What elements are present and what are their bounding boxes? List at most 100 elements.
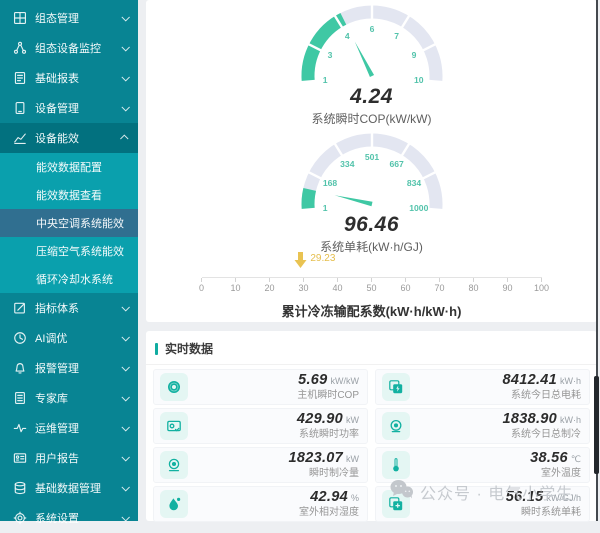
axis-tick [303, 278, 304, 282]
sidebar-item-label: 设备管理 [35, 100, 122, 116]
sidebar-item-alarm-management[interactable]: 报警管理 [0, 353, 138, 383]
linear-gauge-marker: 29.23 [294, 252, 335, 274]
metric-card-instant-unit-consumption: 56.15 kW/GJ/h 瞬时系统单耗 [375, 486, 590, 522]
realtime-data-header: 实时数据 [146, 331, 597, 365]
gauge-unit-consumption-dial: 11683345016678341000 [146, 128, 597, 216]
metric-label: 系统瞬时功率 [299, 429, 359, 440]
sidebar-item-label: 专家库 [35, 390, 122, 406]
sidebar-subitem-central-ac-efficiency[interactable]: 中央空调系统能效 [0, 209, 138, 237]
metric-label: 瞬时系统单耗 [521, 507, 581, 518]
metric-card-content: 42.94 % 室外相对湿度 [194, 490, 359, 518]
sidebar-item-basic-reports[interactable]: 基础报表 [0, 63, 138, 93]
sidebar-subitem-cooling-water-system[interactable]: 循环冷却水系统 [0, 265, 138, 293]
axis-tick-label: 40 [332, 283, 342, 293]
sidebar-item-label: 指标体系 [35, 300, 122, 316]
database-icon [13, 481, 27, 495]
sidebar-item-operation-maintenance[interactable]: 运维管理 [0, 413, 138, 443]
svg-text:501: 501 [364, 152, 379, 162]
linear-gauge-title: 累计冷冻输配系数(kW·h/kW·h) [180, 301, 564, 320]
gauge-unit-consumption-value: 96.46 [146, 213, 597, 237]
sidebar-item-device-management[interactable]: 设备管理 [0, 93, 138, 123]
axis-tick-label: 60 [400, 283, 410, 293]
idcard-icon [13, 451, 27, 465]
sidebar-item-label: 基础报表 [35, 70, 122, 86]
axis-tick [439, 278, 440, 282]
gauge-system-cop: 13467910 4.24 系统瞬时COP(kW/kW) [146, 0, 597, 127]
sidebar-item-config-management[interactable]: 组态管理 [0, 3, 138, 33]
sidebar-item-user-reports[interactable]: 用户报告 [0, 443, 138, 473]
linear-gauge-marker-value: 29.23 [310, 253, 335, 264]
linear-gauge-axis: 0102030405060708090100 [202, 277, 542, 296]
sidebar-item-system-settings[interactable]: 系统设置 [0, 503, 138, 533]
axis-tick-label: 100 [534, 283, 549, 293]
sidebar-item-expert-library[interactable]: 专家库 [0, 383, 138, 413]
svg-text:1: 1 [322, 75, 327, 85]
sidebar-item-ai-tuning[interactable]: AI调优 [0, 323, 138, 353]
realtime-data-panel: 实时数据 5.69 kW/kW 主机瞬时COP 8412.41 kW·h 系统今… [146, 331, 597, 521]
chevron-down-icon [121, 43, 129, 51]
scrollbar-thumb[interactable] [594, 376, 599, 474]
sidebar-item-label: 运维管理 [35, 420, 122, 436]
metric-value: 429.90 [297, 412, 343, 428]
droplet-icon [160, 490, 188, 518]
bell-icon [13, 361, 27, 375]
axis-tick-label: 20 [264, 283, 274, 293]
gauge-unit-consumption: 11683345016678341000 96.46 系统单耗(kW·h/GJ) [146, 128, 597, 255]
sidebar-item-basic-data-management[interactable]: 基础数据管理 [0, 473, 138, 503]
svg-text:1: 1 [322, 203, 327, 213]
axis-tick [473, 278, 474, 282]
metric-value: 38.56 [530, 451, 568, 467]
metric-card-today-cooling: 1838.90 kW·h 系统今日总制冷 [375, 408, 590, 444]
sidebar-subitem-label: 中央空调系统能效 [36, 215, 124, 231]
metric-card-content: 429.90 kW 系统瞬时功率 [194, 412, 359, 440]
sidebar-item-label: 设备能效 [35, 130, 122, 146]
metric-label: 系统今日总电耗 [511, 390, 581, 401]
metric-card-today-energy: 8412.41 kW·h 系统今日总电耗 [375, 369, 590, 405]
pulse-icon [13, 421, 27, 435]
sidebar-subitem-energy-data-view[interactable]: 能效数据查看 [0, 181, 138, 209]
meter-icon [160, 412, 188, 440]
svg-text:334: 334 [340, 159, 355, 169]
sidebar-submenu-device-efficiency: 能效数据配置能效数据查看中央空调系统能效压缩空气系统能效循环冷却水系统 [0, 153, 138, 293]
fan-icon [382, 412, 410, 440]
metric-card-system-power: 429.90 kW 系统瞬时功率 [153, 408, 368, 444]
sidebar-subitem-compressed-air-efficiency[interactable]: 压缩空气系统能效 [0, 237, 138, 265]
metric-unit: kW·h [560, 377, 581, 387]
clock-icon [13, 331, 27, 345]
sidebar-item-indicator-system[interactable]: 指标体系 [0, 293, 138, 323]
report-icon [13, 71, 27, 85]
svg-text:667: 667 [389, 159, 404, 169]
metric-value: 1823.07 [288, 451, 343, 467]
sidebar-item-device-monitoring[interactable]: 组态设备监控 [0, 33, 138, 63]
chevron-down-icon [121, 513, 129, 521]
metric-unit: kW [346, 416, 359, 426]
chevron-down-icon [121, 303, 129, 311]
metric-label: 室外相对湿度 [299, 507, 359, 518]
chevron-down-icon [121, 363, 129, 371]
gauge-system-cop-dial: 13467910 [146, 0, 597, 88]
disc-icon [160, 373, 188, 401]
gauge-panel: 13467910 4.24 系统瞬时COP(kW/kW) 1 168334 501 6… [146, 0, 597, 322]
metric-label: 瞬时制冷量 [309, 468, 359, 479]
gauge-system-cop-caption: 系统瞬时COP(kW/kW) [146, 110, 597, 127]
chevron-down-icon [121, 333, 129, 341]
axis-tick [269, 278, 270, 282]
metric-unit: kW/kW [331, 377, 360, 387]
axis-tick-label: 80 [468, 283, 478, 293]
chart-icon [13, 131, 27, 145]
metric-label: 主机瞬时COP [297, 390, 359, 401]
svg-text:168: 168 [322, 178, 337, 188]
metric-card-outdoor-humidity: 42.94 % 室外相对湿度 [153, 486, 368, 522]
sidebar-item-device-efficiency[interactable]: 设备能效 [0, 123, 138, 153]
edit-icon [13, 301, 27, 315]
sidebar-subitem-energy-data-config[interactable]: 能效数据配置 [0, 153, 138, 181]
gear-icon [13, 511, 27, 525]
metric-unit: kW [346, 455, 359, 465]
svg-text:834: 834 [406, 178, 421, 188]
metric-label: 室外温度 [541, 468, 581, 479]
axis-tick [371, 278, 372, 282]
tablet-icon [13, 101, 27, 115]
chevron-down-icon [121, 103, 129, 111]
sidebar-item-label: 系统设置 [35, 510, 122, 526]
svg-text:7: 7 [394, 31, 399, 41]
